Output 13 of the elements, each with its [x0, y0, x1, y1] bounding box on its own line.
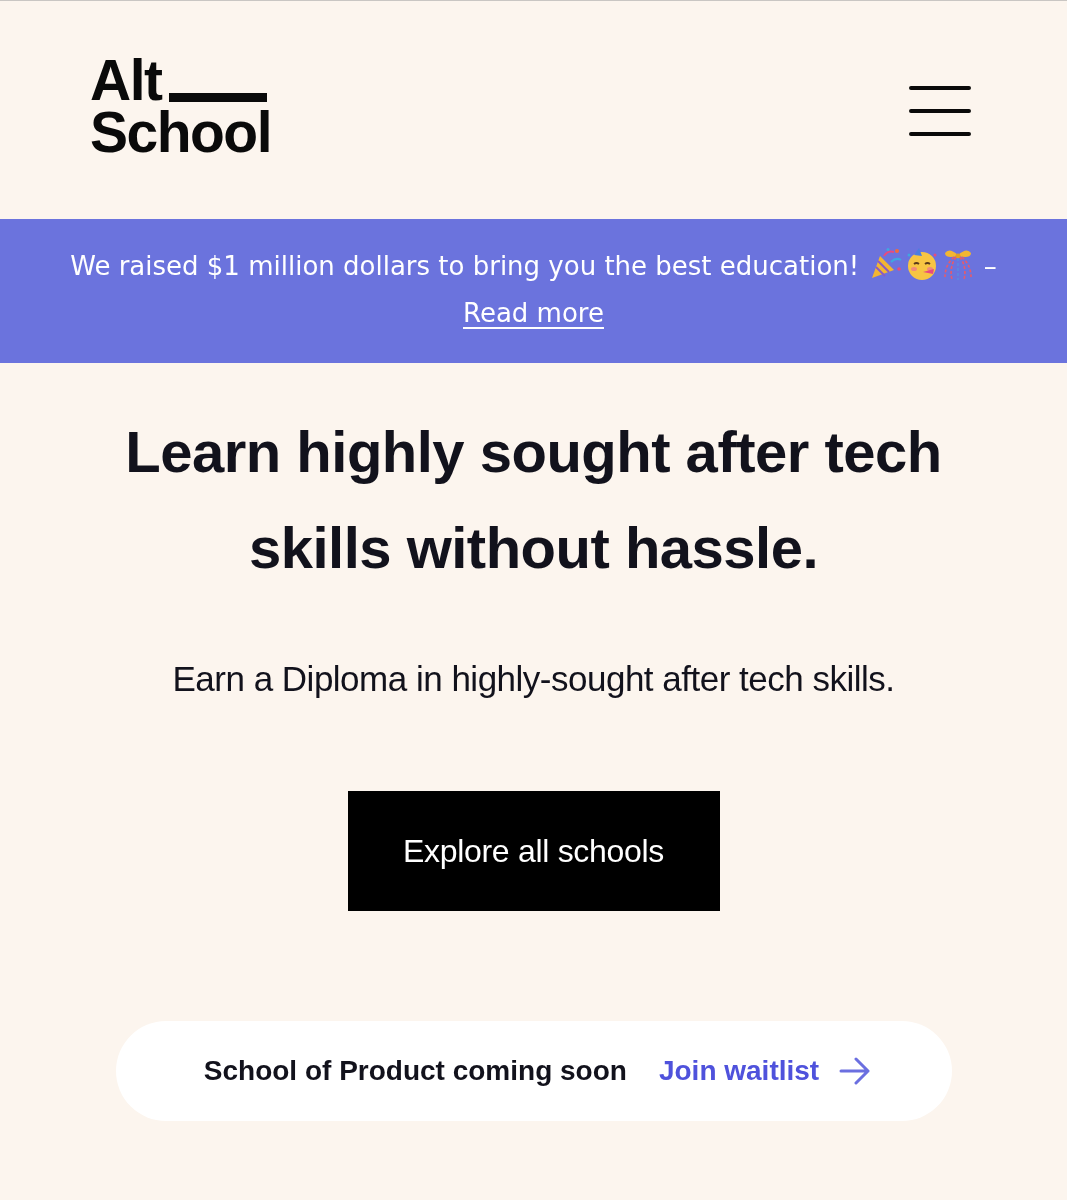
- logo-text: Alt: [90, 54, 162, 106]
- menu-button[interactable]: [909, 85, 971, 137]
- read-more-link[interactable]: Read more: [463, 298, 604, 328]
- announcement-text: We raised $1 million dollars to bring you the best education! – Read more: [20, 243, 1047, 337]
- join-waitlist-link[interactable]: Join waitlist: [658, 1055, 872, 1087]
- hero-headline: Learn highly sought after tech skills without hassle.: [124, 418, 943, 582]
- logo-text: School: [90, 106, 271, 158]
- notice-text: School of Product coming soon: [203, 1055, 627, 1087]
- explore-schools-button[interactable]: Explore all schools: [347, 791, 720, 911]
- logo-bar-icon: [169, 93, 268, 102]
- menu-icon: [909, 85, 971, 137]
- hero-subtitle: Earn a Diploma in highly-sought after tech skills.: [172, 658, 895, 700]
- arrow-right-icon: [839, 1057, 872, 1085]
